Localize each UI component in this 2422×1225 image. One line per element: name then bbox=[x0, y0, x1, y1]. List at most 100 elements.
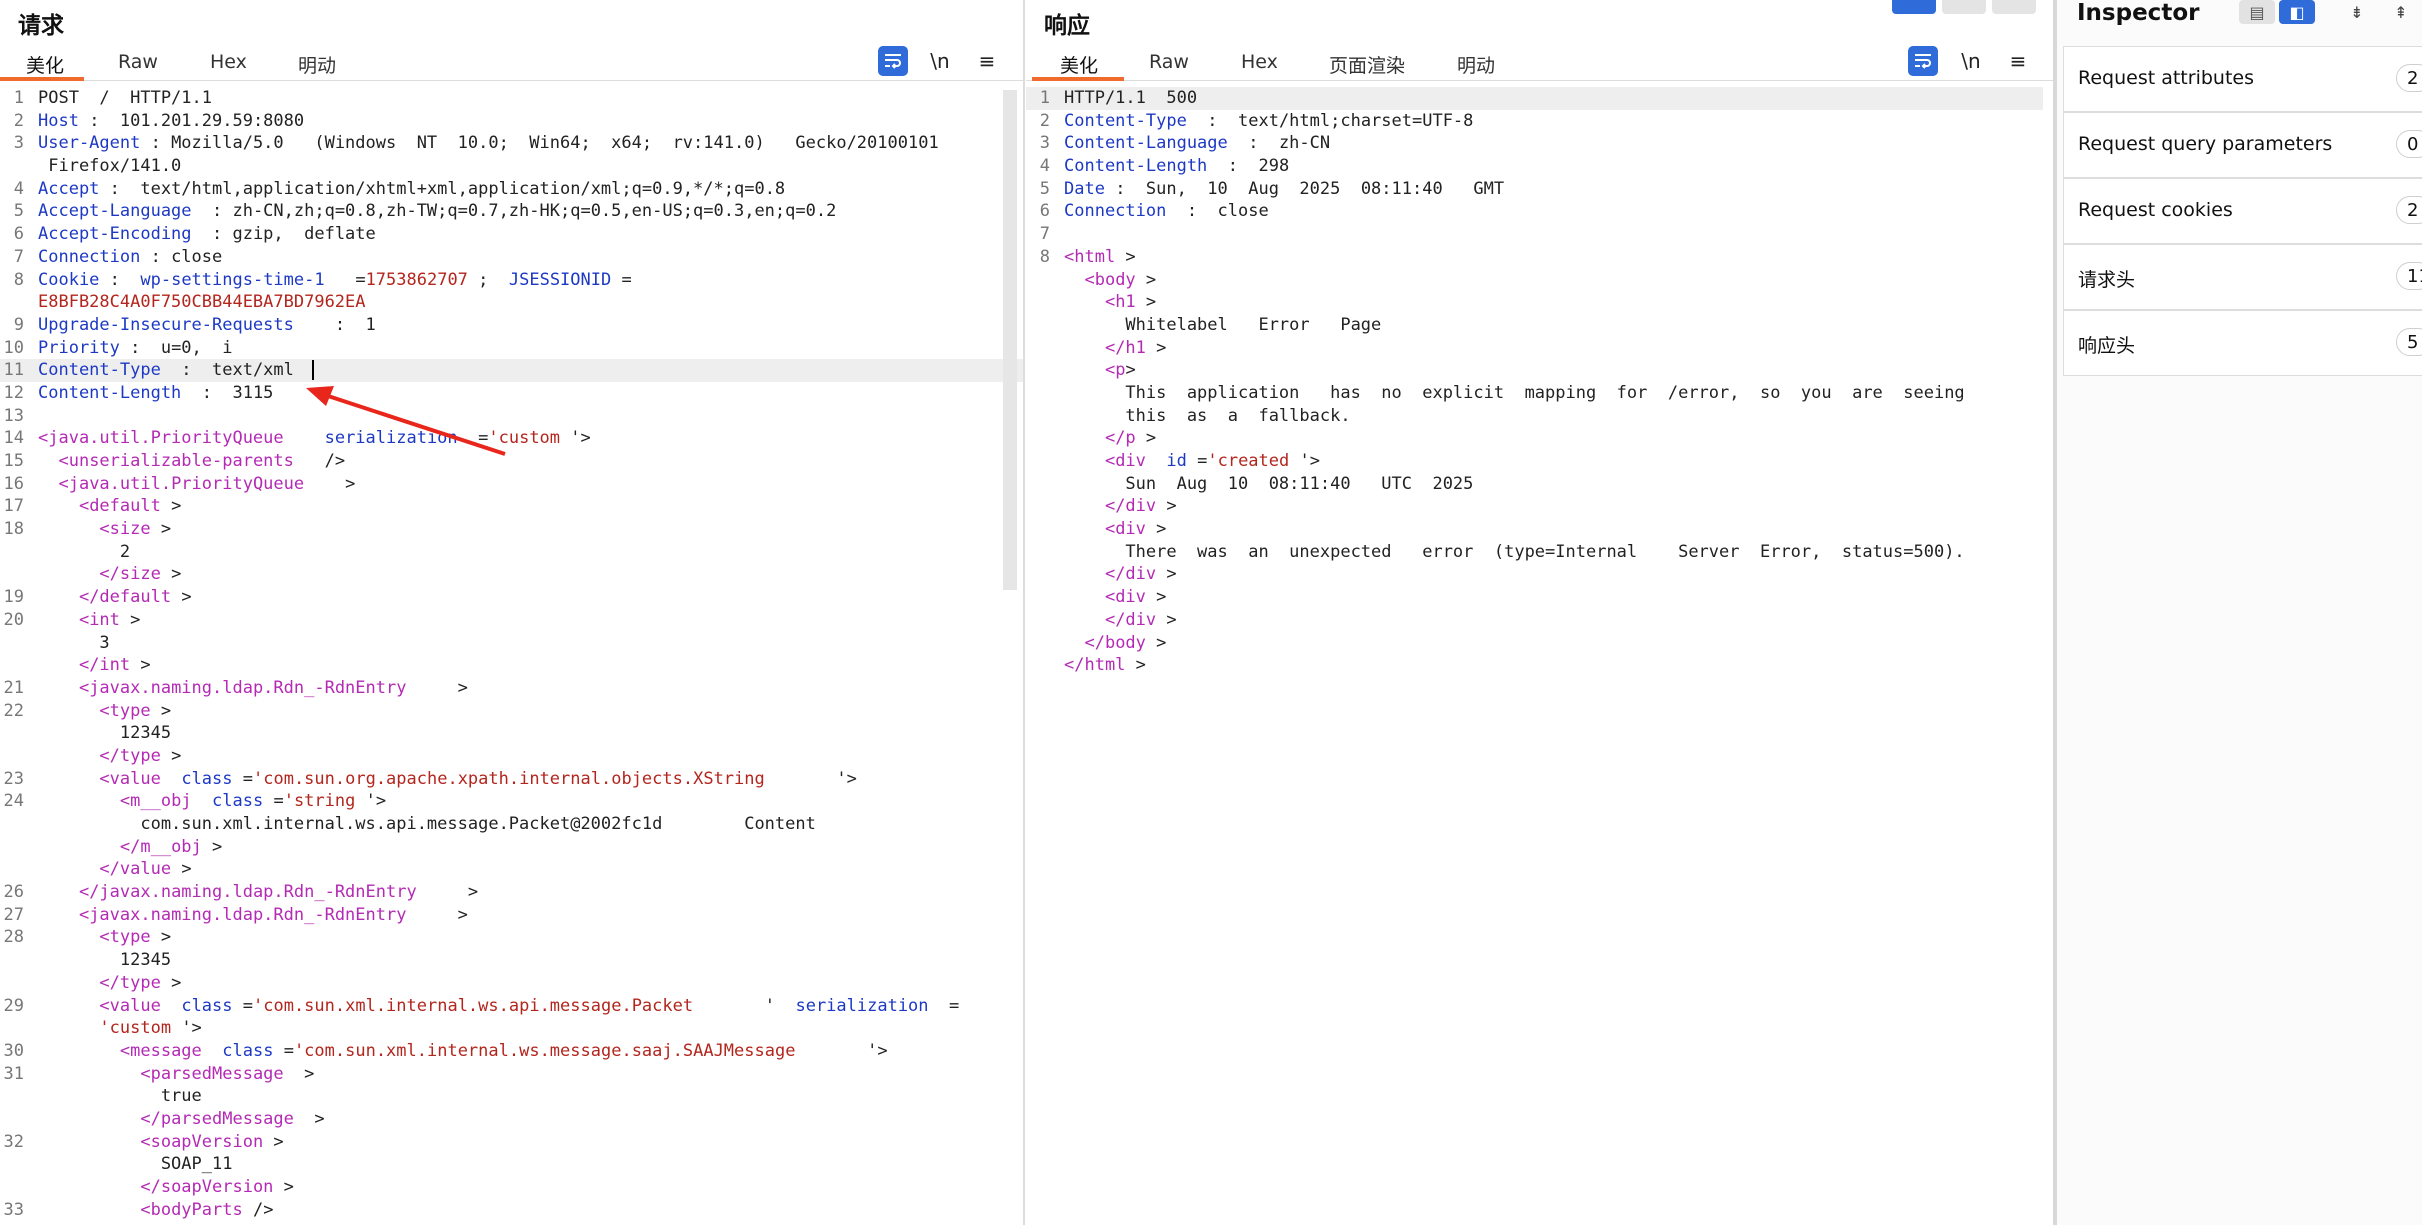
response-line[interactable]: </div > bbox=[1026, 563, 2043, 586]
request-line[interactable]: 22 <type > bbox=[0, 700, 1023, 723]
request-line[interactable]: 30 <message class ='com.sun.xml.internal… bbox=[0, 1040, 1023, 1063]
request-line[interactable]: 4 Accept : text/html,application/xhtml+xm… bbox=[0, 178, 1023, 201]
tab-pretty[interactable]: 美化 bbox=[22, 51, 68, 78]
request-line[interactable]: </m__obj > bbox=[0, 836, 1023, 859]
request-line[interactable]: 29 <value class ='com.sun.xml.internal.w… bbox=[0, 995, 1023, 1018]
response-line[interactable]: </html > bbox=[1026, 654, 2043, 677]
show-newlines-button[interactable]: \n bbox=[1956, 46, 1986, 76]
request-line[interactable]: Firefox/141.0 bbox=[0, 155, 1023, 178]
request-line[interactable]: 2 bbox=[0, 541, 1023, 564]
request-line[interactable]: 3 User-Agent : Mozilla/5.0 (Windows NT 10… bbox=[0, 132, 1023, 155]
wrap-lines-icon[interactable] bbox=[1908, 46, 1938, 76]
response-line[interactable]: Sun Aug 10 08:11:40 UTC 2025 bbox=[1026, 473, 2043, 496]
request-line[interactable]: 20 <int > bbox=[0, 609, 1023, 632]
response-line[interactable]: This application has no explicit mapping… bbox=[1026, 382, 2043, 405]
response-line[interactable]: 8 <html > bbox=[1026, 246, 2043, 269]
response-line[interactable]: <div > bbox=[1026, 518, 2043, 541]
request-line[interactable]: 11 Content-Type : text/xml bbox=[0, 359, 1023, 382]
request-line[interactable]: 1 POST / HTTP/1.1 bbox=[0, 87, 1023, 110]
request-line[interactable]: </size > bbox=[0, 563, 1023, 586]
response-line[interactable]: </p > bbox=[1026, 427, 2043, 450]
tab-raw[interactable]: Raw bbox=[1145, 51, 1193, 73]
response-line[interactable]: <body > bbox=[1026, 269, 2043, 292]
request-line[interactable]: SOAP_11 bbox=[0, 1153, 1023, 1176]
side-panel-icon[interactable]: ◧ bbox=[2279, 0, 2315, 24]
response-line[interactable]: this as a fallback. bbox=[1026, 405, 2043, 428]
wrap-lines-icon[interactable] bbox=[878, 46, 908, 76]
expand-icon[interactable]: ⇟ bbox=[2339, 0, 2375, 24]
collapse-icon[interactable]: ⇞ bbox=[2383, 0, 2419, 24]
list-view-icon[interactable]: ▤ bbox=[2239, 0, 2275, 24]
response-line[interactable]: </div > bbox=[1026, 495, 2043, 518]
request-line[interactable]: </soapVersion > bbox=[0, 1176, 1023, 1199]
request-line[interactable]: 19 </default > bbox=[0, 586, 1023, 609]
request-line[interactable]: 3 bbox=[0, 632, 1023, 655]
request-scrollbar[interactable] bbox=[1003, 90, 1017, 590]
request-line[interactable]: 7 Connection : close bbox=[0, 246, 1023, 269]
request-line[interactable]: E8BFB28C4A0F750CBB44EBA7BD7962EA bbox=[0, 291, 1023, 314]
response-line[interactable]: </h1 > bbox=[1026, 337, 2043, 360]
request-line[interactable]: </value > bbox=[0, 858, 1023, 881]
response-line[interactable]: <h1 > bbox=[1026, 291, 2043, 314]
response-line[interactable]: 7 bbox=[1026, 223, 2043, 246]
show-newlines-button[interactable]: \n bbox=[925, 46, 955, 76]
response-line[interactable]: 5 Date : Sun, 10 Aug 2025 08:11:40 GMT bbox=[1026, 178, 2043, 201]
inspector-row-response-headers[interactable]: 响应头 5 bbox=[2063, 310, 2422, 376]
request-line[interactable]: 6 Accept-Encoding : gzip, deflate bbox=[0, 223, 1023, 246]
response-line[interactable]: <p> bbox=[1026, 359, 2043, 382]
menu-icon[interactable]: ≡ bbox=[2003, 46, 2033, 76]
request-line[interactable]: 8 Cookie : wp-settings-time-1 =1753862707… bbox=[0, 269, 1023, 292]
menu-icon[interactable]: ≡ bbox=[972, 46, 1002, 76]
request-line[interactable]: 26 </javax.naming.ldap.Rdn_-RdnEntry > bbox=[0, 881, 1023, 904]
response-line[interactable]: Whitelabel Error Page bbox=[1026, 314, 2043, 337]
response-line[interactable]: <div id ='created '> bbox=[1026, 450, 2043, 473]
layout-horizontal-icon[interactable] bbox=[1942, 0, 1986, 14]
request-line[interactable]: 12345 bbox=[0, 722, 1023, 745]
request-line[interactable]: 10 Priority : u=0, i bbox=[0, 337, 1023, 360]
response-line[interactable]: 6 Connection : close bbox=[1026, 200, 2043, 223]
request-line[interactable]: 9 Upgrade-Insecure-Requests : 1 bbox=[0, 314, 1023, 337]
request-line[interactable]: 18 <size > bbox=[0, 518, 1023, 541]
tab-page-render[interactable]: 页面渲染 bbox=[1325, 51, 1409, 78]
request-line[interactable]: 2 Host : 101.201.29.59:8080 bbox=[0, 110, 1023, 133]
request-line[interactable]: </parsedMessage > bbox=[0, 1108, 1023, 1131]
request-line[interactable]: 27 <javax.naming.ldap.Rdn_-RdnEntry > bbox=[0, 904, 1023, 927]
response-line[interactable]: 4 Content-Length : 298 bbox=[1026, 155, 2043, 178]
request-line[interactable]: 16 <java.util.PriorityQueue > bbox=[0, 473, 1023, 496]
response-line[interactable]: 1 HTTP/1.1 500 bbox=[1026, 87, 2043, 110]
request-line[interactable]: 17 <default > bbox=[0, 495, 1023, 518]
tab-hex[interactable]: Hex bbox=[206, 51, 251, 73]
request-line[interactable]: 24 <m__obj class ='string '> bbox=[0, 790, 1023, 813]
request-line[interactable]: 12345 bbox=[0, 949, 1023, 972]
inspector-row-request-headers[interactable]: 请求头 11 bbox=[2063, 244, 2422, 310]
layout-single-icon[interactable] bbox=[1992, 0, 2036, 14]
request-line[interactable]: 31 <parsedMessage > bbox=[0, 1063, 1023, 1086]
request-line[interactable]: </int > bbox=[0, 654, 1023, 677]
inspector-row-cookies[interactable]: Request cookies 2 bbox=[2063, 178, 2422, 244]
request-line[interactable]: 'custom '> bbox=[0, 1017, 1023, 1040]
response-line[interactable]: There was an unexpected error (type=Inte… bbox=[1026, 541, 2043, 564]
request-line[interactable]: 5 Accept-Language : zh-CN,zh;q=0.8,zh-TW;… bbox=[0, 200, 1023, 223]
tab-render[interactable]: 明动 bbox=[1453, 51, 1499, 78]
tab-render[interactable]: 明动 bbox=[294, 51, 340, 78]
request-line[interactable]: 33 <bodyParts /> bbox=[0, 1199, 1023, 1222]
tab-hex[interactable]: Hex bbox=[1237, 51, 1282, 73]
request-line[interactable]: com.sun.xml.internal.ws.api.message.Pack… bbox=[0, 813, 1023, 836]
tab-raw[interactable]: Raw bbox=[114, 51, 162, 73]
response-line[interactable]: </div > bbox=[1026, 609, 2043, 632]
request-line[interactable]: true bbox=[0, 1085, 1023, 1108]
request-line[interactable]: </type > bbox=[0, 745, 1023, 768]
response-line[interactable]: <div > bbox=[1026, 586, 2043, 609]
request-line[interactable]: 23 <value class ='com.sun.org.apache.xpa… bbox=[0, 768, 1023, 791]
request-line[interactable]: 32 <soapVersion > bbox=[0, 1131, 1023, 1154]
request-editor[interactable]: 1 POST / HTTP/1.1 2 Host : 101.201.29.59:80… bbox=[0, 87, 1023, 1225]
request-line[interactable]: 28 <type > bbox=[0, 926, 1023, 949]
inspector-row-query-parameters[interactable]: Request query parameters 0 bbox=[2063, 112, 2422, 178]
response-line[interactable]: 2 Content-Type : text/html;charset=UTF-8 bbox=[1026, 110, 2043, 133]
layout-split-icon[interactable] bbox=[1892, 0, 1936, 14]
tab-pretty[interactable]: 美化 bbox=[1056, 51, 1102, 78]
inspector-row-request-attributes[interactable]: Request attributes 2 bbox=[2063, 46, 2422, 112]
response-line[interactable]: </body > bbox=[1026, 632, 2043, 655]
response-line[interactable]: 3 Content-Language : zh-CN bbox=[1026, 132, 2043, 155]
request-line[interactable]: </type > bbox=[0, 972, 1023, 995]
